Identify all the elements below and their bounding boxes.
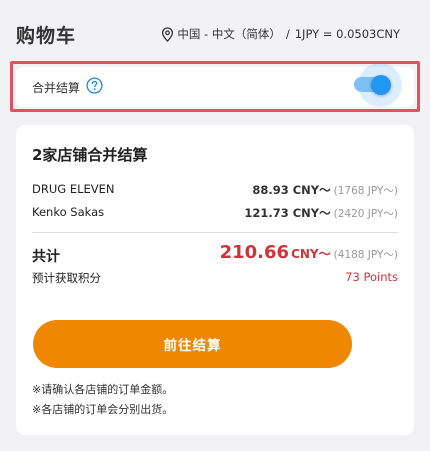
shop-amount: 121.73 CNY～ (2420 JPY～) (244, 205, 398, 221)
shop-amount-jpy: (1768 JPY～) (333, 185, 398, 197)
total-jpy: (4188 JPY～) (333, 249, 398, 261)
points-value: 73 Points (345, 270, 398, 284)
summary-title: 2家店铺合并结算 (32, 146, 148, 164)
shop-amount-cny: 121.73 CNY～ (244, 206, 331, 220)
locale-label: 中国 - 中文（简体） (177, 27, 281, 41)
total-label: 共计 (32, 249, 60, 265)
locale-selector[interactable]: 中国 - 中文（简体） / 1JPY = 0.0503CNY (161, 26, 400, 42)
points-label: 预计获取积分 (32, 271, 101, 285)
shop-row: DRUG ELEVEN 88.93 CNY～ (1768 JPY～) (32, 182, 398, 198)
toggle-thumb[interactable] (371, 75, 391, 95)
locale-separator: / (285, 27, 290, 41)
page-title: 购物车 (16, 25, 77, 47)
checkout-button[interactable]: 前往结算 (33, 320, 352, 368)
shop-name: DRUG ELEVEN (32, 182, 115, 196)
note-text: ※请确认各店铺的订单金额。 (32, 383, 174, 396)
merge-checkout-label: 合并结算 (32, 81, 81, 95)
page-header: 购物车 中国 - 中文（简体） / 1JPY = 0.0503CNY (0, 0, 430, 60)
total-value: 210.66 (219, 242, 290, 263)
question-circle-icon[interactable] (86, 77, 103, 94)
shop-amount-jpy: (2420 JPY～) (333, 208, 398, 220)
total-unit: CNY～ (291, 247, 331, 261)
shop-name: Kenko Sakas (32, 205, 105, 219)
note-text: ※各店铺的订单会分别出货。 (32, 403, 174, 416)
shop-row: Kenko Sakas 121.73 CNY～ (2420 JPY～) (32, 205, 398, 221)
shop-amount-cny: 88.93 CNY～ (252, 183, 331, 197)
exchange-rate: 1JPY = 0.0503CNY (294, 27, 400, 41)
total-amount: 210.66 CNY～ (4188 JPY～) (220, 242, 398, 263)
location-pin-icon (162, 26, 174, 42)
shop-amount: 88.93 CNY～ (1768 JPY～) (252, 182, 398, 198)
summary-divider (32, 232, 398, 233)
